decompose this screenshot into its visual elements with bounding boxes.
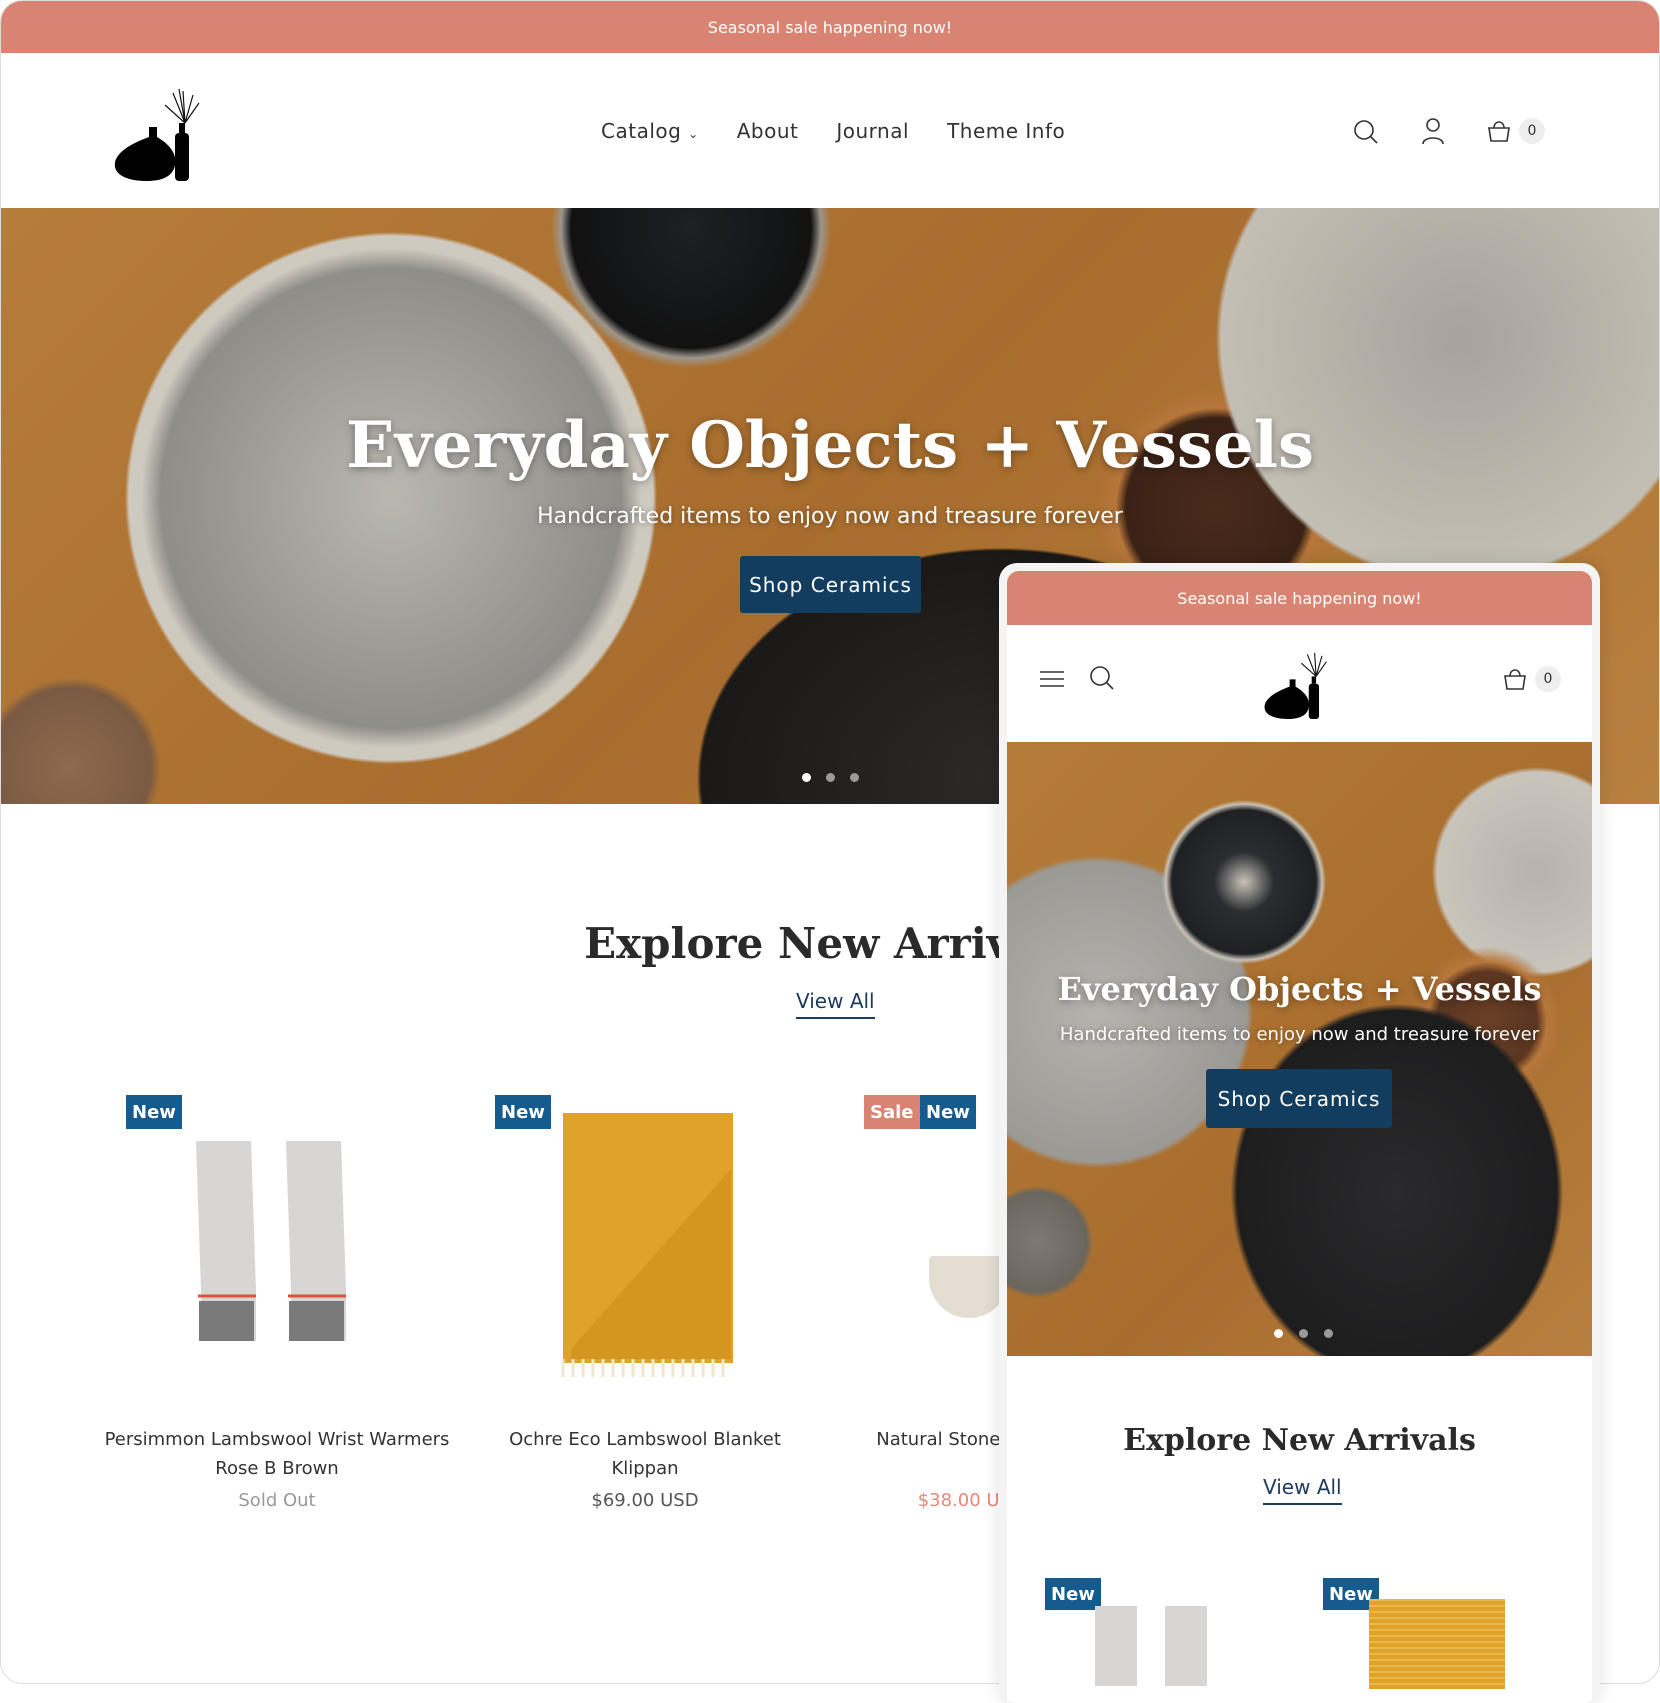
- product-name: Persimmon Lambswool Wrist Warmers Rose B …: [97, 1425, 457, 1483]
- header: Catalog ⌄ About Journal Theme Info 0: [1, 53, 1659, 208]
- hero-title: Everyday Objects + Vessels: [345, 408, 1315, 483]
- search-icon[interactable]: [1089, 665, 1115, 691]
- product-name-line2: Klippan: [611, 1458, 679, 1479]
- slide-dot-2[interactable]: [1299, 1329, 1308, 1338]
- product-image[interactable]: [1165, 1606, 1207, 1686]
- product-name-line1: Persimmon Lambswool Wrist Warmers: [104, 1429, 450, 1450]
- product-price: $38.00 US: [917, 1490, 1011, 1511]
- search-icon[interactable]: [1353, 119, 1379, 145]
- mobile-preview: Seasonal sale happening now! 0 Everyday …: [999, 563, 1600, 1703]
- mobile-logo[interactable]: [1263, 647, 1331, 719]
- product-name: Natural Stonev U: [861, 1425, 1011, 1483]
- product-price: Sold Out: [238, 1490, 316, 1511]
- slide-dot-2[interactable]: [826, 773, 835, 782]
- cart-count: 0: [1519, 118, 1545, 144]
- product-name-line1: Ochre Eco Lambswool Blanket: [509, 1429, 781, 1450]
- new-badge: New: [126, 1095, 182, 1129]
- mobile-cart-count: 0: [1535, 666, 1561, 692]
- nav-catalog-label: Catalog: [601, 119, 682, 143]
- sale-badge: Sale: [864, 1095, 920, 1129]
- mobile-announcement-bar: Seasonal sale happening now!: [1007, 571, 1592, 625]
- shop-ceramics-button[interactable]: Shop Ceramics: [740, 556, 921, 613]
- cart-icon[interactable]: [1503, 667, 1527, 691]
- product-price: $69.00 USD: [591, 1490, 699, 1511]
- product-image[interactable]: [1095, 1606, 1137, 1686]
- new-badge: New: [1045, 1578, 1101, 1610]
- cart-icon[interactable]: [1487, 119, 1511, 143]
- nav-theme-info[interactable]: Theme Info: [947, 119, 1065, 143]
- product-image[interactable]: [929, 1256, 1009, 1318]
- mobile-view-all-link[interactable]: View All: [1263, 1475, 1342, 1505]
- view-all-link[interactable]: View All: [796, 989, 875, 1019]
- logo[interactable]: [113, 83, 205, 181]
- main-nav: Catalog ⌄ About Journal Theme Info: [601, 119, 1065, 143]
- nav-catalog[interactable]: Catalog ⌄: [601, 119, 699, 143]
- product-image[interactable]: [551, 1109, 741, 1379]
- nav-about[interactable]: About: [737, 119, 799, 143]
- account-icon[interactable]: [1421, 117, 1445, 145]
- product-name: Ochre Eco Lambswool Blanket Klippan: [465, 1425, 825, 1483]
- product-name-line2: U: [861, 1454, 1011, 1483]
- product-image[interactable]: [1369, 1599, 1505, 1689]
- new-badge: New: [495, 1095, 551, 1129]
- mobile-section-title: Explore New Arrivals: [1123, 1423, 1476, 1458]
- nav-journal[interactable]: Journal: [836, 119, 909, 143]
- announcement-bar: Seasonal sale happening now!: [1, 1, 1659, 53]
- slide-dot-3[interactable]: [1324, 1329, 1333, 1338]
- product-image[interactable]: [186, 1131, 366, 1351]
- product-name-line1: Natural Stonev: [876, 1429, 1011, 1450]
- hero-subtitle: Handcrafted items to enjoy now and treas…: [537, 504, 1123, 529]
- menu-icon[interactable]: [1039, 669, 1065, 689]
- new-badge: New: [920, 1095, 976, 1129]
- mobile-shop-ceramics-button[interactable]: Shop Ceramics: [1206, 1069, 1392, 1128]
- product-name-line2: Rose B Brown: [215, 1458, 339, 1479]
- mobile-hero: Everyday Objects + Vessels Handcrafted i…: [1007, 742, 1592, 1356]
- slide-dot-1[interactable]: [1274, 1329, 1283, 1338]
- mobile-hero-subtitle: Handcrafted items to enjoy now and treas…: [1059, 1024, 1540, 1045]
- chevron-down-icon: ⌄: [688, 127, 699, 141]
- slide-dot-1[interactable]: [802, 773, 811, 782]
- slide-dot-3[interactable]: [850, 773, 859, 782]
- mobile-hero-title: Everyday Objects + Vessels: [1057, 970, 1542, 1008]
